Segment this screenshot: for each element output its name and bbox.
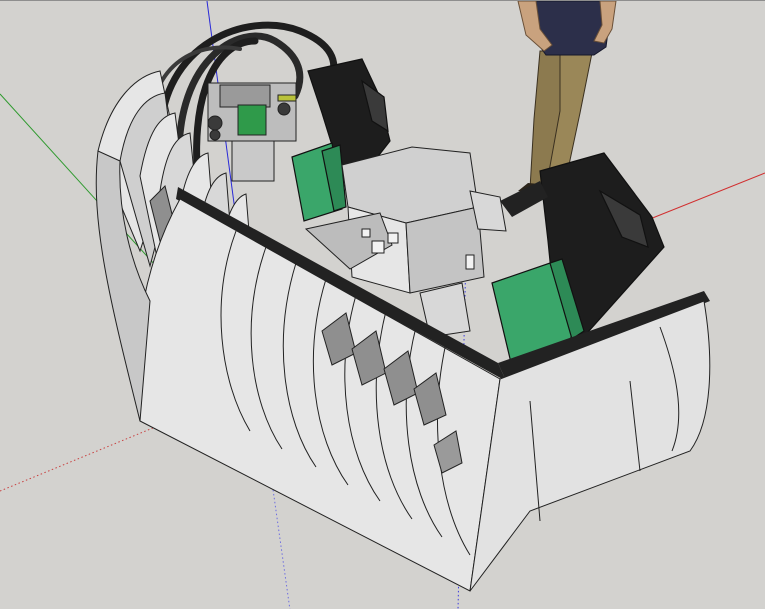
green-display xyxy=(237,104,267,136)
modeling-viewport[interactable] xyxy=(0,0,765,609)
red-axis-solid xyxy=(639,172,765,224)
gauge-1 xyxy=(207,115,223,131)
front-bulkhead xyxy=(469,300,711,592)
gauge-3 xyxy=(277,102,291,116)
gauge-2 xyxy=(209,129,221,141)
instrument-panel xyxy=(207,82,297,182)
cockpit-model-scene[interactable] xyxy=(0,1,765,609)
